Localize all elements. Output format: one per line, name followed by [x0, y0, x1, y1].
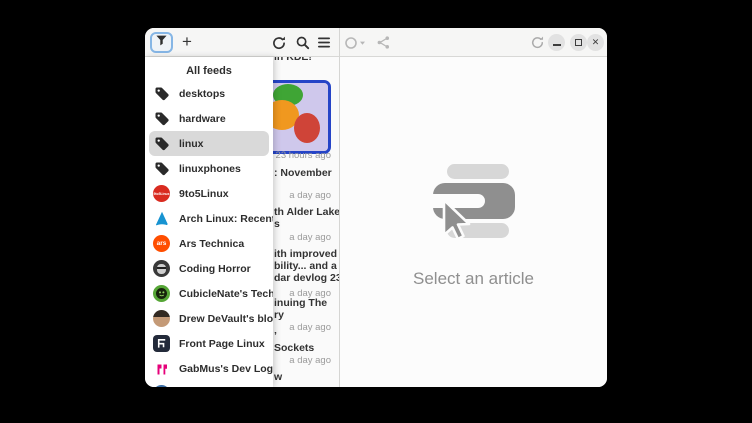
9to5linux-logo: 9to5Linux — [153, 185, 170, 202]
feed-item-label: Arch Linux: Recent ne... — [179, 213, 273, 225]
popover-feed-drew-devault-s-blog[interactable]: Drew DeVault's blog — [145, 306, 273, 331]
article-title-fragment: s — [274, 218, 280, 230]
article-timestamp: a day ago — [289, 355, 331, 366]
feed-item-label: linux — [179, 138, 204, 150]
minimize-icon — [553, 44, 561, 46]
tag-icon — [153, 160, 170, 177]
drewdevault-logo — [153, 310, 170, 327]
popover-feed-coding-horror[interactable]: Coding Horror — [145, 256, 273, 281]
article-title-fragment: inuing The — [274, 297, 327, 309]
filter-button[interactable] — [150, 32, 173, 53]
feed-item-label: 9to5Linux — [179, 188, 229, 200]
header-bar: + — [145, 28, 607, 57]
tag-icon — [153, 85, 170, 102]
close-button[interactable]: ✕ — [587, 34, 604, 51]
article-thumbnail-image — [273, 80, 331, 154]
feed-item-label: hardware — [179, 113, 226, 125]
article-title-fragment: dar devlog 23 — [274, 272, 339, 284]
add-feed-button[interactable]: + — [176, 31, 198, 53]
feed-icon-partial — [153, 385, 170, 387]
feed-item-label: CubicleNate's Techpad — [179, 288, 273, 300]
tag-icon — [153, 110, 170, 127]
popover-tag-desktops[interactable]: desktops — [145, 81, 273, 106]
popover-tag-linux[interactable]: linux — [149, 131, 269, 156]
frontpagelinux-logo — [153, 335, 170, 352]
article-title-fragment: w — [274, 371, 282, 383]
close-icon: ✕ — [592, 38, 600, 47]
feed-item-label: Ars Technica — [179, 238, 244, 250]
article-list-item[interactable]: w — [273, 378, 339, 387]
popover-feed-gabmus-s-dev-log[interactable]: GabMus's Dev Log — [145, 356, 273, 381]
arch-logo — [153, 210, 170, 227]
popover-feed-ars-technica[interactable]: ars Ars Technica — [145, 231, 273, 256]
maximize-button[interactable] — [570, 34, 587, 51]
app-window: + — [145, 28, 607, 387]
article-timestamp: a day ago — [289, 322, 331, 333]
article-list-item[interactable]: in KDE! 23 hours ago — [273, 58, 339, 171]
maximize-icon — [575, 39, 582, 46]
article-title-fragment: ith improved — [274, 248, 337, 260]
popover-feed-9to5linux[interactable]: 9to5Linux 9to5Linux — [145, 181, 273, 206]
gabmus-logo — [153, 360, 170, 377]
article-timestamp: 23 hours ago — [276, 150, 331, 161]
popover-feed-arch-linux-recent-ne[interactable]: Arch Linux: Recent ne... — [145, 206, 273, 231]
search-icon — [295, 35, 311, 51]
article-title-fragment: : November — [274, 167, 332, 179]
article-title-fragment: in KDE! — [274, 57, 312, 63]
popover-feed-cubiclenate-s-techpad[interactable]: CubicleNate's Techpad — [145, 281, 273, 306]
feed-item-label: desktops — [179, 88, 225, 100]
article-title-fragment: ’ — [274, 330, 277, 342]
hamburger-icon — [317, 36, 331, 54]
article-view-pane: Select an article — [340, 57, 607, 387]
article-timestamp: a day ago — [289, 232, 331, 243]
share-icon — [376, 35, 391, 55]
article-title-fragment: th Alder Lake — [274, 206, 339, 218]
all-feeds-item[interactable]: All feeds — [145, 61, 273, 81]
open-in-browser-button[interactable] — [530, 35, 545, 55]
desktop-background: + — [0, 0, 752, 423]
ars-logo: ars — [153, 235, 170, 252]
feed-item-label: Coding Horror — [179, 263, 251, 275]
feed-item-label: linuxphones — [179, 163, 241, 175]
article-title-fragment: bility... and a — [274, 260, 337, 272]
popover-feed-front-page-linux[interactable]: Front Page Linux — [145, 331, 273, 356]
popover-tag-hardware[interactable]: hardware — [145, 106, 273, 131]
share-button[interactable] — [376, 35, 391, 55]
article-list[interactable]: in KDE! 23 hours ago : November a day ago th… — [273, 57, 339, 387]
cubiclenate-logo — [153, 285, 170, 302]
codinghorror-logo — [153, 260, 170, 277]
feed-item-label: GabMus's Dev Log — [179, 363, 273, 375]
funnel-icon — [155, 34, 168, 52]
article-title-fragment: Sockets — [274, 342, 314, 354]
reader-options-button[interactable] — [344, 36, 369, 55]
search-button[interactable] — [295, 35, 311, 51]
tag-icon — [153, 135, 170, 152]
article-title-fragment: ry — [274, 309, 284, 321]
circular-arrow-icon — [530, 35, 545, 55]
feeds-app-logo-icon — [431, 164, 517, 247]
header-separator — [339, 28, 340, 57]
refresh-button[interactable] — [271, 35, 287, 51]
menu-button[interactable] — [317, 36, 331, 54]
article-list-item[interactable]: th Alder Lakesa day ago — [273, 213, 339, 253]
popover-feed-partial[interactable] — [145, 381, 273, 387]
refresh-icon — [271, 35, 287, 51]
select-article-placeholder: Select an article — [413, 269, 534, 289]
feeds-filter-popover: All feeds desktops hardware linux linuxphon… — [145, 57, 273, 387]
popover-tag-linuxphones[interactable]: linuxphones — [145, 156, 273, 181]
feed-item-label: Drew DeVault's blog — [179, 313, 273, 325]
feed-item-label: Front Page Linux — [179, 338, 265, 350]
article-list-item[interactable]: ’Socketsa day ago — [273, 337, 339, 376]
circle-caret-icon — [344, 36, 369, 55]
minimize-button[interactable] — [548, 34, 565, 51]
article-timestamp: a day ago — [289, 190, 331, 201]
